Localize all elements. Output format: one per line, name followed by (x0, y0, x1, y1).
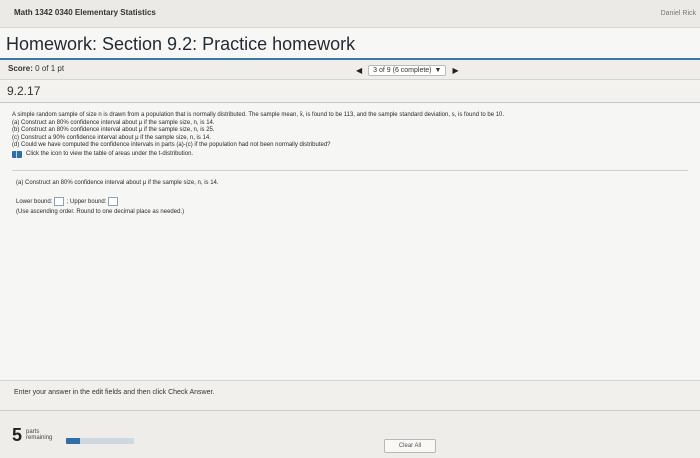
parts-progress-bar (66, 438, 134, 444)
course-title: Math 1342 0340 Elementary Statistics (14, 8, 156, 17)
parts-remaining-count: 5 (12, 425, 23, 445)
bound-separator: ; (66, 198, 69, 205)
book-icon[interactable] (12, 150, 22, 158)
question-content: A simple random sample of size n is draw… (0, 104, 700, 380)
problem-line: (c) Construct a 90% confidence interval … (12, 134, 211, 141)
problem-line: (d) Could we have computed the confidenc… (12, 142, 331, 148)
user-name[interactable]: Daniel Rick (661, 10, 696, 17)
previous-question-icon[interactable]: ◀ (356, 66, 362, 75)
lower-bound-input[interactable] (54, 197, 65, 206)
score-label-text: Score: (8, 64, 33, 73)
question-number: 9.2.17 (7, 84, 41, 98)
clear-all-button[interactable]: Clear All (384, 439, 436, 453)
page-header: Homework: Section 9.2: Practice homework (0, 28, 700, 60)
parts-remaining-label: parts remaining (26, 429, 52, 441)
footer: 5 parts remaining Clear All (0, 410, 700, 458)
top-bar: Math 1342 0340 Elementary Statistics Dan… (0, 0, 700, 28)
problem-line: A simple random sample of size n is draw… (12, 112, 505, 118)
question-selector[interactable]: 3 of 9 (6 complete) ▼ (368, 64, 447, 76)
problem-line: (a) Construct an 80% confidence interval… (12, 119, 215, 126)
lower-bound-label: Lower bound: (16, 198, 53, 205)
score-value: 0 of 1 pt (35, 64, 65, 73)
rounding-hint: (Use ascending order. Round to one decim… (16, 209, 185, 215)
divider (12, 170, 688, 171)
progress-text: 3 of 9 (6 complete) (373, 66, 432, 74)
problem-statement: A simple random sample of size n is draw… (12, 112, 672, 158)
parts-label-line: remaining (26, 435, 53, 441)
page-title: Homework: Section 9.2: Practice homework (6, 34, 356, 54)
help-row: Click the icon to view the table of area… (12, 151, 672, 159)
help-text: Click the icon to view the table of area… (26, 150, 194, 157)
instruction-text: Enter your answer in the edit fields and… (14, 389, 215, 396)
problem-line: (b) Construct an 80% confidence interval… (12, 127, 215, 133)
parts-progress-fill (66, 438, 80, 444)
instruction-bar: Enter your answer in the edit fields and… (0, 380, 700, 410)
score-label: Score: 0 of 1 pt (8, 64, 64, 73)
chevron-down-icon: ▼ (434, 66, 442, 74)
question-number-bar: 9.2.17 (0, 81, 700, 103)
question-navigation: ◀ 3 of 9 (6 complete) ▼ ▶ (356, 64, 459, 76)
part-a-prompt: (a) Construct an 80% confidence interval… (16, 180, 219, 186)
bounds-row: Lower bound: ; Upper bound: (16, 197, 119, 206)
upper-bound-input[interactable] (108, 197, 119, 206)
next-question-icon[interactable]: ▶ (452, 66, 458, 75)
score-bar: Score: 0 of 1 pt ◀ 3 of 9 (6 complete) ▼… (0, 60, 700, 80)
upper-bound-label: Upper bound: (70, 198, 107, 205)
